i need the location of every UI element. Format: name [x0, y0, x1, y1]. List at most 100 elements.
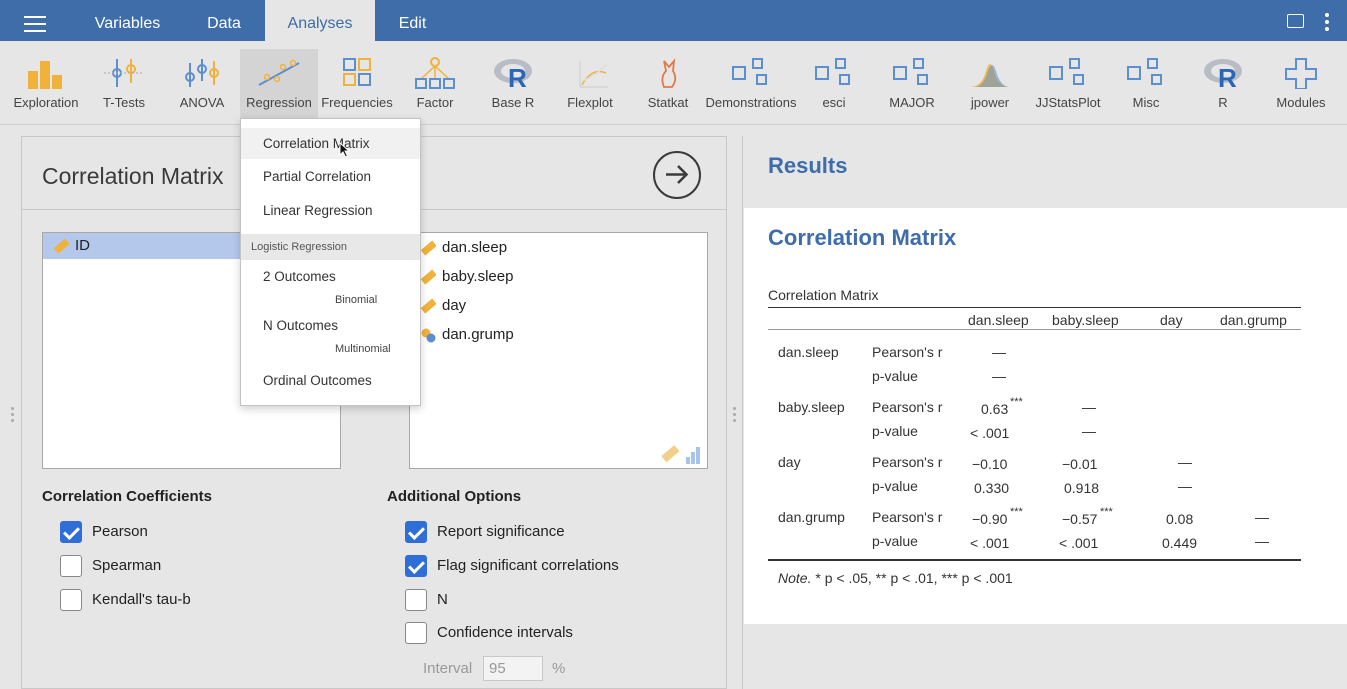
stat-label: p-value: [872, 478, 918, 494]
menu-item-correlation-matrix[interactable]: Correlation Matrix: [241, 128, 420, 159]
menu-item-n-outcomes[interactable]: N Outcomes Multinomial: [241, 318, 420, 360]
table-cell: —: [1082, 399, 1096, 415]
ribbon-modules[interactable]: Modules: [1262, 49, 1340, 119]
table-cell: 0.330: [974, 480, 1010, 496]
pearson-checkbox[interactable]: Pearson: [60, 520, 148, 544]
table-caption: Correlation Matrix: [768, 287, 879, 303]
top-menubar: Variables Data Analyses Edit: [0, 0, 1347, 41]
list-item[interactable]: baby.sleep: [410, 264, 707, 290]
close-panel-button[interactable]: [653, 151, 701, 199]
column-header: day: [1160, 312, 1183, 328]
ribbon-flexplot[interactable]: Flexplot: [552, 49, 628, 119]
tab-data[interactable]: Data: [189, 0, 259, 41]
ribbon-jjstatsplot[interactable]: JJStatsPlot: [1028, 49, 1108, 119]
spearman-checkbox[interactable]: Spearman: [60, 554, 161, 578]
ribbon-misc[interactable]: Misc: [1108, 49, 1184, 119]
table-cell: −0.10: [972, 456, 1008, 472]
continuous-variable-icon: [420, 240, 436, 256]
factor-icon: [415, 57, 455, 89]
stat-label: Pearson's r: [872, 344, 943, 360]
table-cell: 0.63: [981, 401, 1009, 417]
table-cell: —: [1178, 454, 1192, 470]
ribbon-jpower[interactable]: jpower: [952, 49, 1028, 119]
list-item[interactable]: dan.sleep: [410, 235, 707, 261]
results-heading[interactable]: Correlation Matrix: [768, 225, 956, 251]
module-icon: [732, 58, 767, 85]
kendall-checkbox[interactable]: Kendall's tau-b: [60, 588, 191, 612]
tab-analyses[interactable]: Analyses: [265, 0, 375, 41]
stat-label: Pearson's r: [872, 454, 943, 470]
ribbon-t-tests[interactable]: T-Tests: [86, 49, 162, 119]
stat-label: p-value: [872, 423, 918, 439]
table-bottom-rule: [768, 559, 1301, 561]
column-header: dan.grump: [1220, 312, 1287, 328]
table-top-rule: [768, 307, 1301, 308]
bar-chart-icon: [28, 61, 62, 89]
continuous-variable-icon: [420, 298, 436, 314]
significance-stars: ***: [1010, 396, 1023, 408]
mode-toggle-icon[interactable]: [1287, 14, 1304, 28]
menu-item-2-outcomes[interactable]: 2 Outcomes Binomial: [241, 269, 420, 311]
anova-icon: [185, 59, 219, 87]
middle-splitter-handle[interactable]: [733, 407, 736, 425]
flexplot-icon: [579, 61, 608, 88]
svg-text:R: R: [1218, 63, 1237, 89]
selected-variables-list[interactable]: dan.sleep baby.sleep day dan.grump: [409, 232, 708, 469]
results-body: Correlation Matrix Correlation Matrix da…: [744, 208, 1347, 624]
report-significance-checkbox[interactable]: Report significance: [405, 520, 565, 544]
results-title: Results: [768, 153, 848, 178]
menu-item-linear-regression[interactable]: Linear Regression: [241, 195, 420, 226]
stat-label: p-value: [872, 533, 918, 549]
left-splitter-handle[interactable]: [11, 407, 14, 425]
n-checkbox[interactable]: N: [405, 588, 448, 612]
analyses-ribbon: Exploration T-Tests ANOVA Regression Fre…: [0, 41, 1347, 125]
ribbon-exploration[interactable]: Exploration: [8, 49, 84, 119]
ribbon-base-r[interactable]: R Base R: [474, 49, 552, 119]
table-cell: −0.01: [1062, 456, 1098, 472]
table-cell: —: [1255, 509, 1269, 525]
hamburger-menu-icon[interactable]: [24, 16, 46, 32]
stat-label: Pearson's r: [872, 399, 943, 415]
interval-input[interactable]: 95: [483, 656, 543, 681]
ribbon-regression[interactable]: Regression: [240, 49, 318, 119]
table-cell: —: [1178, 478, 1192, 494]
significance-stars: ***: [1100, 506, 1113, 518]
frequencies-icon: [343, 58, 371, 86]
additional-options-title: Additional Options: [387, 488, 522, 505]
ribbon-anova[interactable]: ANOVA: [164, 49, 240, 119]
coefficients-section-title: Correlation Coefficients: [42, 488, 213, 505]
tab-edit[interactable]: Edit: [385, 0, 440, 41]
analysis-title: Correlation Matrix: [42, 163, 224, 189]
ribbon-major[interactable]: MAJOR: [874, 49, 950, 119]
ribbon-frequencies[interactable]: Frequencies: [318, 49, 396, 119]
column-header: dan.sleep: [968, 312, 1029, 328]
list-item[interactable]: dan.grump: [410, 322, 707, 348]
module-icon: [815, 58, 850, 85]
statkat-icon: [661, 58, 677, 88]
ribbon-r[interactable]: R R: [1186, 49, 1260, 119]
row-variable: baby.sleep: [778, 399, 845, 415]
ribbon-demonstrations[interactable]: Demonstrations: [704, 49, 798, 119]
confidence-intervals-checkbox[interactable]: Confidence intervals: [405, 621, 573, 645]
table-cell: —: [992, 368, 1006, 384]
r-logo-icon: R: [1204, 59, 1242, 89]
ribbon-statkat[interactable]: Statkat: [630, 49, 706, 119]
ribbon-factor[interactable]: Factor: [396, 49, 474, 119]
ribbon-esci[interactable]: esci: [798, 49, 870, 119]
table-cell: 0.449: [1162, 535, 1198, 551]
table-cell: < .001: [970, 425, 1010, 441]
stat-label: p-value: [872, 368, 918, 384]
module-icon: [1049, 58, 1084, 85]
kebab-menu-icon[interactable]: [1325, 13, 1329, 34]
list-item[interactable]: day: [410, 293, 707, 319]
row-variable: day: [778, 454, 801, 470]
continuous-variable-icon: [420, 269, 436, 285]
menu-item-partial-correlation[interactable]: Partial Correlation: [241, 161, 420, 192]
arrow-right-icon: [666, 165, 689, 184]
results-panel: Results Correlation Matrix Correlation M…: [742, 136, 1347, 689]
menu-item-ordinal-outcomes[interactable]: Ordinal Outcomes: [241, 367, 420, 395]
flag-significant-checkbox[interactable]: Flag significant correlations: [405, 554, 619, 578]
row-variable: dan.sleep: [778, 344, 839, 360]
stat-label: Pearson's r: [872, 509, 943, 525]
tab-variables[interactable]: Variables: [80, 0, 175, 41]
